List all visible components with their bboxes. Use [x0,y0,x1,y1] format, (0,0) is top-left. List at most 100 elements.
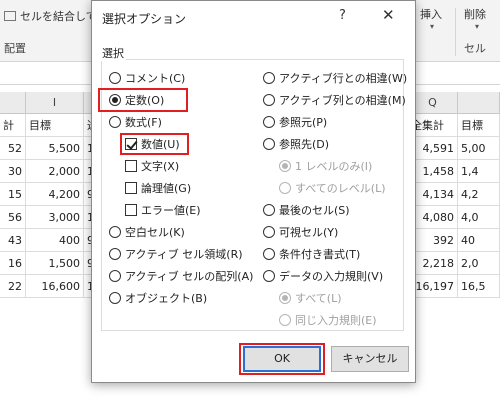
radio-icon[interactable] [263,204,275,216]
grid-cell[interactable]: 400 [26,229,84,252]
grid-cell[interactable]: 22 [0,275,26,298]
option-formulas[interactable]: 数式(F) [109,115,162,131]
radio-icon[interactable] [263,226,275,238]
insert-button[interactable]: 挿入 [420,6,442,22]
grid-cell[interactable]: 16,5 [458,275,500,298]
checkbox-errors[interactable]: エラー値(E) [125,203,201,219]
grid-cell[interactable]: 目標 [26,114,84,137]
radio-icon[interactable] [109,226,121,238]
ok-button[interactable]: OK [243,346,321,372]
dialog-title: 選択オプション [102,12,187,26]
grid-cell[interactable]: 1,4 [458,160,500,183]
cells-group-label: セル [464,42,486,55]
select-group-label: 選択 [100,45,126,61]
grid-cell[interactable]: 16 [0,252,26,275]
delete-button[interactable]: 削除 [464,6,486,22]
radio-icon[interactable] [263,270,275,282]
option-label: オブジェクト(B) [125,292,208,305]
option-conditional-formats[interactable]: 条件付き書式(T) [263,247,360,263]
checkbox-icon[interactable] [125,182,137,194]
option-blanks[interactable]: 空白セル(K) [109,225,185,241]
option-comments[interactable]: コメント(C) [109,71,185,87]
grid-cell[interactable]: 52 [0,137,26,160]
checkbox-logicals[interactable]: 論理値(G) [125,181,191,197]
grid-cell[interactable]: 40 [458,229,500,252]
close-icon[interactable]: ✕ [382,6,395,24]
radio-icon[interactable] [109,72,121,84]
option-row-differences[interactable]: アクティブ行との相違(W) [263,71,407,87]
option-dv-same[interactable]: 同じ入力規則(E) [279,313,377,329]
option-label: エラー値(E) [141,204,201,217]
radio-icon[interactable] [109,248,121,260]
option-label: コメント(C) [125,72,186,85]
grid-cell[interactable]: 30 [0,160,26,183]
radio-icon[interactable] [109,116,121,128]
option-label: データの入力規則(V) [279,270,384,283]
radio-selected-icon[interactable] [279,292,291,304]
option-visible-cells[interactable]: 可視セル(Y) [263,225,338,241]
highlight-box [120,133,189,155]
radio-icon[interactable] [109,270,121,282]
radio-icon[interactable] [263,116,275,128]
grid-cell[interactable]: 2,0 [458,252,500,275]
checkbox-icon[interactable] [125,204,137,216]
grid-cell[interactable]: 計 [0,114,26,137]
dialog-titlebar[interactable]: 選択オプション ? ✕ [92,1,415,31]
radio-icon[interactable] [109,292,121,304]
delete-dropdown-icon[interactable]: ▾ [475,22,479,31]
option-label: 1 レベルのみ(I) [295,160,373,173]
option-label: アクティブ行との相違(W) [279,72,408,85]
option-label: 空白セル(K) [125,226,185,239]
highlight-box [98,88,188,112]
option-precedents[interactable]: 参照元(P) [263,115,327,131]
option-label: 条件付き書式(T) [279,248,361,261]
option-last-cell[interactable]: 最後のセル(S) [263,203,350,219]
grid-cell[interactable]: 2,000 [26,160,84,183]
grid-cell[interactable]: 4,200 [26,183,84,206]
option-column-differences[interactable]: アクティブ列との相違(M) [263,93,406,109]
grid-cell[interactable]: 15 [0,183,26,206]
radio-icon[interactable] [263,138,275,150]
option-label: 参照元(P) [279,116,328,129]
radio-icon[interactable] [279,182,291,194]
grid-cell[interactable]: 5,500 [26,137,84,160]
option-direct-only[interactable]: 1 レベルのみ(I) [279,159,372,175]
option-label: 可視セル(Y) [279,226,339,239]
grid-cell[interactable]: 16,600 [26,275,84,298]
grid-cell[interactable]: 5,00 [458,137,500,160]
column-header-h[interactable] [0,92,26,114]
insert-dropdown-icon[interactable]: ▾ [430,22,434,31]
go-to-special-dialog: 選択オプション ? ✕ 選択 コメント(C) 定数(O) 数式(F) 数値(U)… [91,0,416,383]
option-current-region[interactable]: アクティブ セル領域(R) [109,247,243,263]
help-icon[interactable]: ? [339,8,346,23]
option-label: アクティブ セル領域(R) [125,248,243,261]
grid-cell[interactable]: 1,500 [26,252,84,275]
radio-selected-icon[interactable] [279,160,291,172]
option-label: アクティブ セルの配列(A) [125,270,254,283]
option-current-array[interactable]: アクティブ セルの配列(A) [109,269,253,285]
ribbon-separator [455,8,456,56]
grid-cell[interactable]: 4,0 [458,206,500,229]
grid-cell[interactable]: 43 [0,229,26,252]
grid-cell[interactable]: 3,000 [26,206,84,229]
column-header-r[interactable] [458,92,500,114]
radio-icon[interactable] [263,72,275,84]
radio-icon[interactable] [279,314,291,326]
option-data-validation[interactable]: データの入力規則(V) [263,269,383,285]
option-all-levels[interactable]: すべてのレベル(L) [279,181,386,197]
grid-cell[interactable]: 目標 [458,114,500,137]
option-objects[interactable]: オブジェクト(B) [109,291,207,307]
option-dependents[interactable]: 参照先(D) [263,137,329,153]
option-dv-all[interactable]: すべて(L) [279,291,342,307]
cancel-button[interactable]: キャンセル [331,346,409,372]
checkbox-text[interactable]: 文字(X) [125,159,179,175]
option-label: 論理値(G) [141,182,192,195]
column-header-i[interactable]: I [26,92,84,114]
checkbox-icon[interactable] [125,160,137,172]
merge-icon [4,11,16,21]
option-label: 文字(X) [141,160,180,173]
radio-icon[interactable] [263,248,275,260]
grid-cell[interactable]: 56 [0,206,26,229]
radio-icon[interactable] [263,94,275,106]
grid-cell[interactable]: 4,2 [458,183,500,206]
